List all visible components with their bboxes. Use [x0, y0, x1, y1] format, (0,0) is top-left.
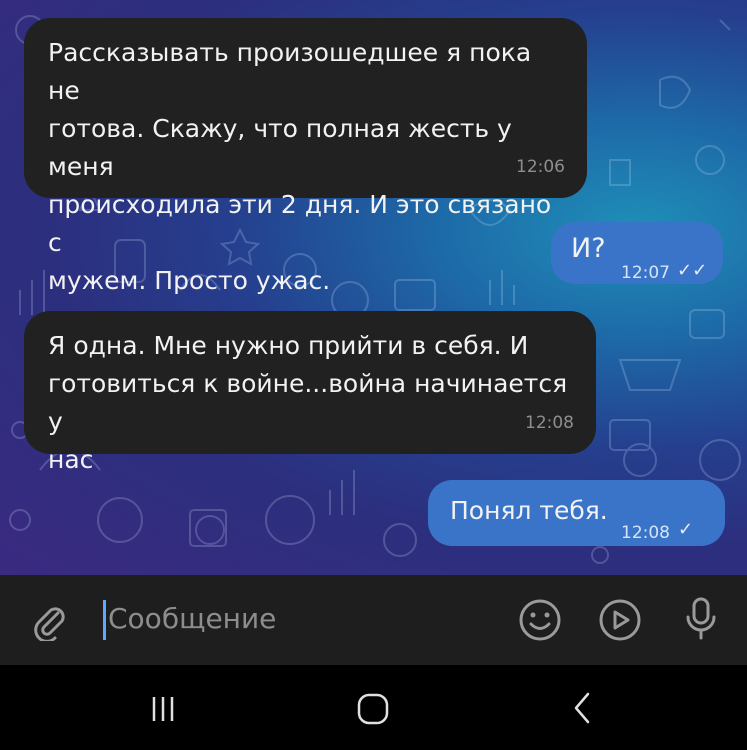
- message-text: Рассказывать произошедшее я пока не гото…: [48, 38, 552, 295]
- message-bubble-outgoing[interactable]: И? 12:07 ✓✓: [551, 222, 723, 284]
- message-time: 12:08: [525, 413, 574, 433]
- microphone-icon[interactable]: [681, 595, 721, 643]
- recents-icon[interactable]: [148, 694, 178, 724]
- paperclip-icon[interactable]: [30, 601, 70, 641]
- text-cursor: [103, 600, 106, 640]
- home-icon[interactable]: [356, 692, 390, 726]
- message-bubble-incoming[interactable]: Я одна. Мне нужно прийти в себя. И готов…: [24, 311, 596, 474]
- message-time: 12:07: [621, 263, 670, 283]
- read-checkmarks-icon: ✓✓: [677, 260, 708, 281]
- chat-background: Рассказывать произошедшее я пока не гото…: [0, 0, 747, 575]
- message-input[interactable]: Сообщение: [108, 602, 276, 635]
- system-navigation-bar: [0, 665, 747, 750]
- message-bubble-outgoing[interactable]: Понял тебя. 12:08 ✓: [428, 480, 725, 546]
- message-text: Я одна. Мне нужно прийти в себя. И готов…: [48, 331, 568, 474]
- emoji-icon[interactable]: [517, 597, 563, 643]
- message-time: 12:06: [516, 157, 565, 177]
- message-time: 12:08: [621, 523, 670, 543]
- back-icon[interactable]: [568, 691, 598, 725]
- play-icon[interactable]: [597, 597, 643, 643]
- message-composer: Сообщение: [0, 575, 747, 665]
- message-bubble-incoming[interactable]: Рассказывать произошедшее я пока не гото…: [24, 18, 587, 295]
- sent-checkmark-icon: ✓: [678, 519, 694, 540]
